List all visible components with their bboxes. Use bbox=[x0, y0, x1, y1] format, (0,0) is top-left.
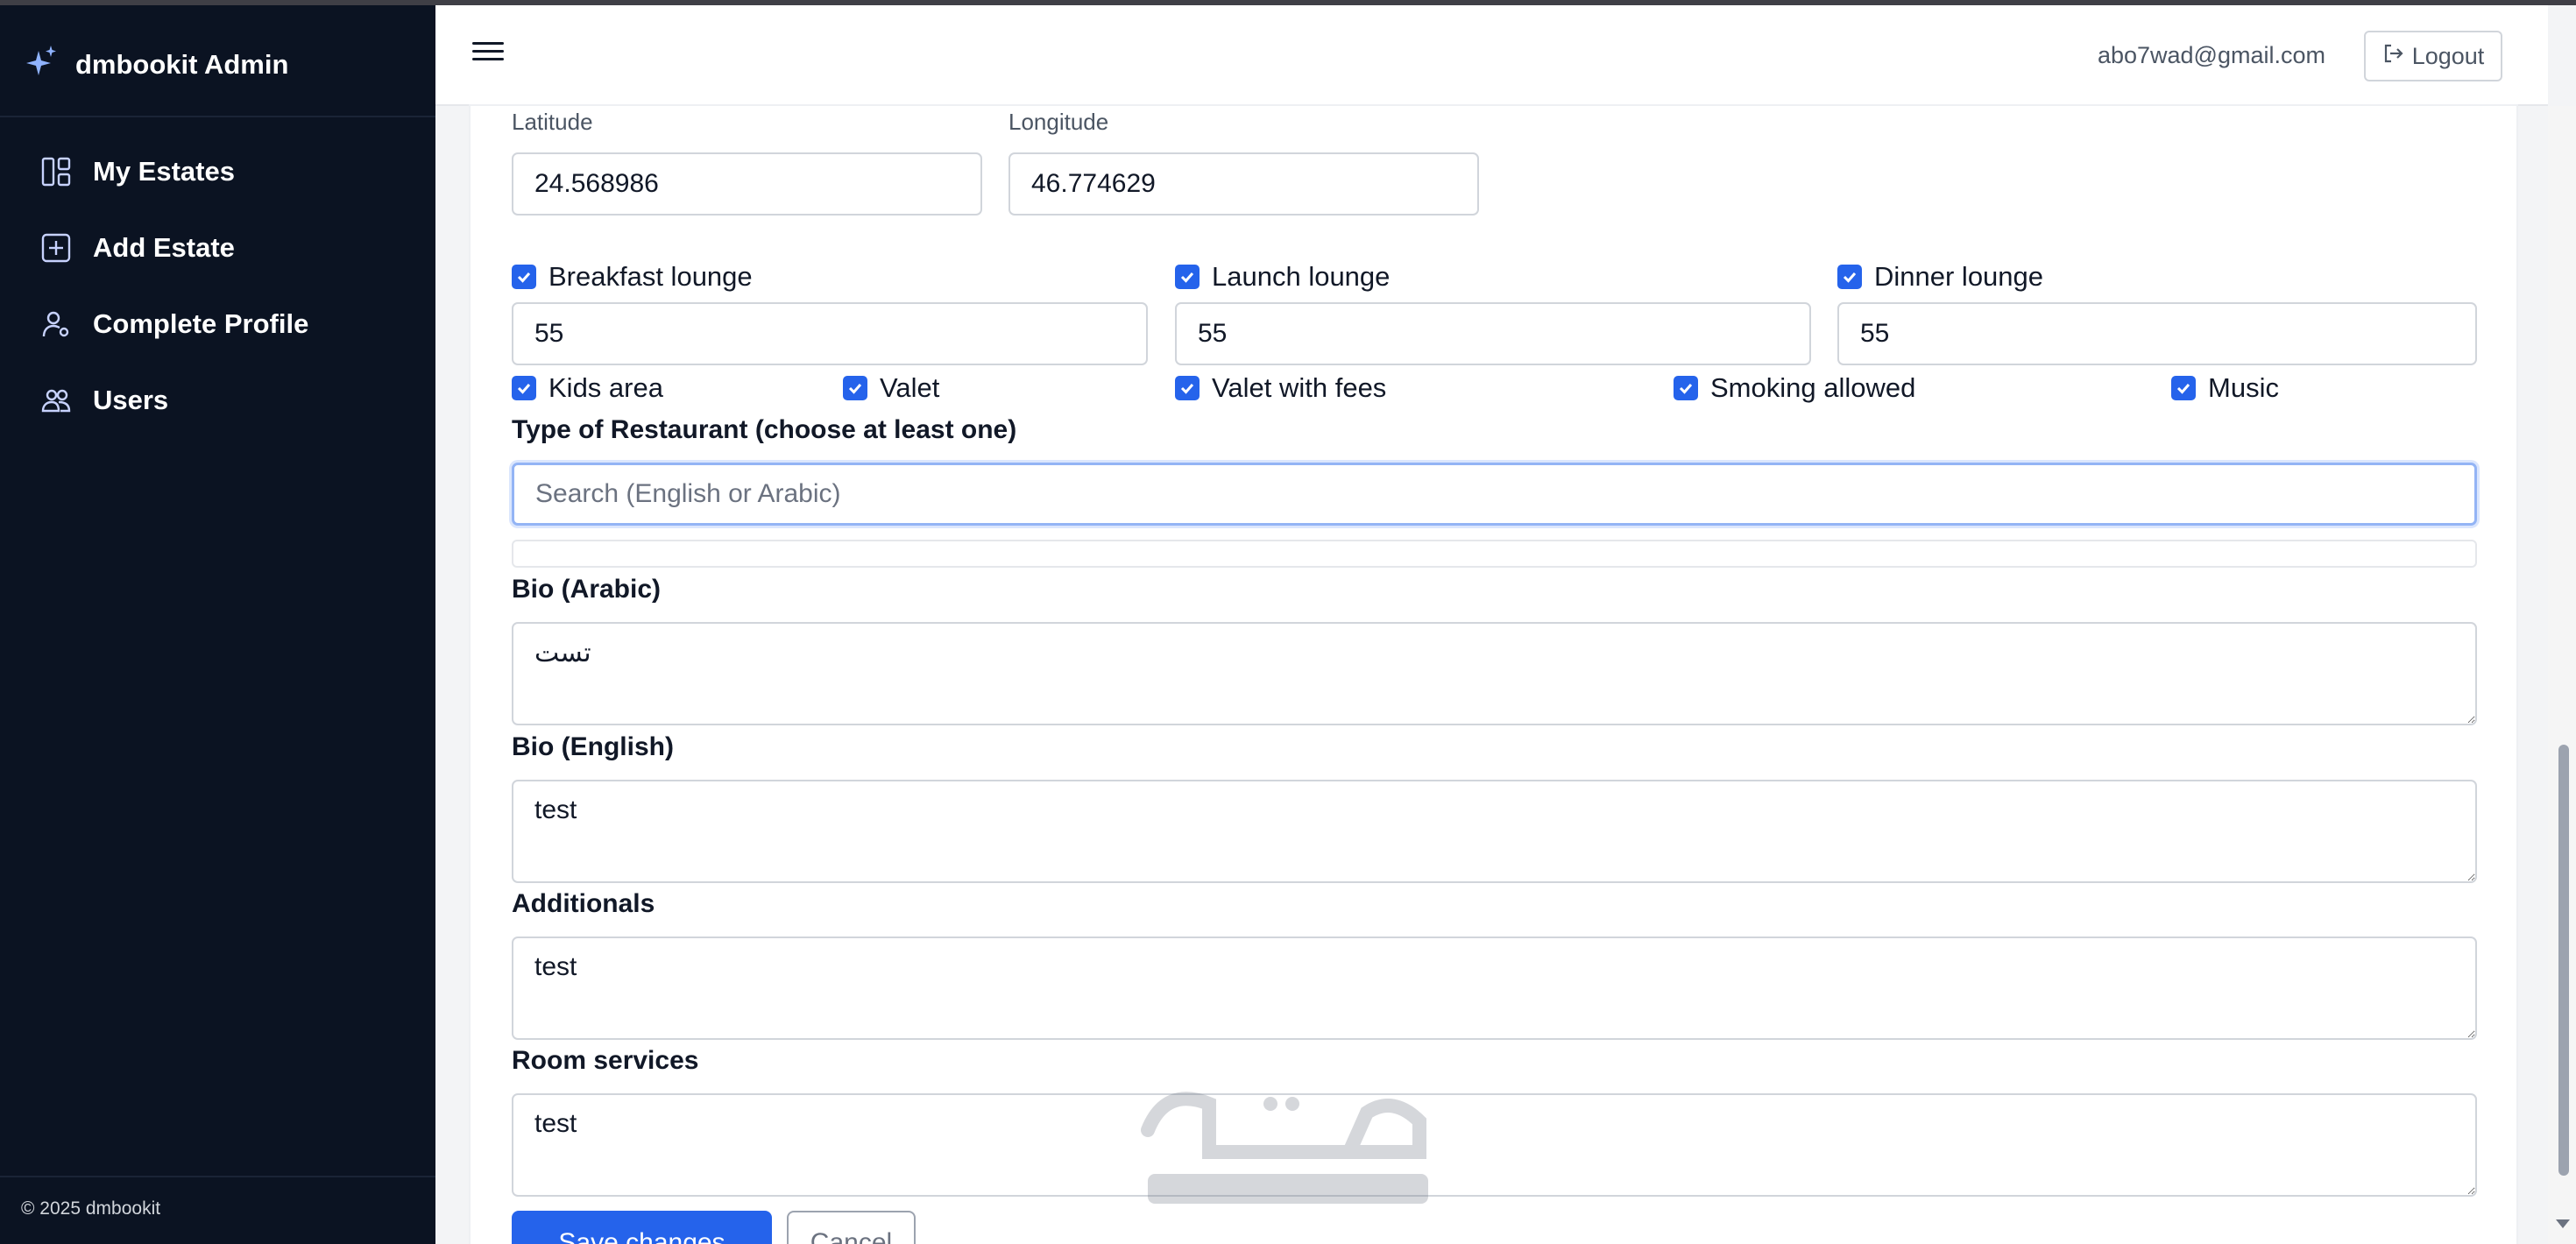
launch-lounge-checkbox[interactable]: Launch lounge bbox=[1175, 261, 1390, 293]
sidebar-item-label: Complete Profile bbox=[93, 308, 309, 339]
scrollbar-thumb[interactable] bbox=[2558, 745, 2569, 1176]
sidebar-item-add-estate[interactable]: Add Estate bbox=[0, 222, 435, 274]
sidebar-item-label: Add Estate bbox=[93, 232, 235, 263]
checkbox-label: Dinner lounge bbox=[1874, 261, 2044, 292]
sidebar-item-my-estates[interactable]: My Estates bbox=[0, 145, 435, 198]
sparkle-icon bbox=[26, 45, 58, 85]
save-changes-button[interactable]: Save changes bbox=[512, 1211, 772, 1244]
sidebar-divider bbox=[0, 116, 435, 117]
checkmark-icon bbox=[1175, 265, 1200, 289]
longitude-input[interactable] bbox=[1008, 152, 1479, 216]
app-title: dmbookit Admin bbox=[75, 49, 289, 80]
launch-lounge-input[interactable] bbox=[1175, 302, 1811, 365]
logout-icon bbox=[2382, 42, 2405, 71]
logout-label: Logout bbox=[2411, 42, 2485, 69]
dinner-lounge-checkbox[interactable]: Dinner lounge bbox=[1837, 261, 2043, 293]
sidebar: dmbookit Admin My Estates Add Estate Com… bbox=[0, 5, 435, 1244]
window-top-border bbox=[0, 0, 2576, 5]
sidebar-item-complete-profile[interactable]: Complete Profile bbox=[0, 298, 435, 350]
sidebar-footer-divider bbox=[0, 1176, 435, 1177]
sidebar-item-label: My Estates bbox=[93, 156, 235, 187]
smoking-allowed-checkbox[interactable]: Smoking allowed bbox=[1674, 372, 1915, 404]
checkmark-icon bbox=[512, 265, 536, 289]
restaurant-type-search-input[interactable] bbox=[512, 463, 2477, 526]
checkbox-label: Breakfast lounge bbox=[548, 261, 753, 292]
bio-english-label: Bio (English) bbox=[512, 732, 674, 761]
top-header: abo7wad@gmail.com Logout bbox=[435, 5, 2548, 106]
checkmark-icon bbox=[843, 376, 867, 400]
checkmark-icon bbox=[1837, 265, 1862, 289]
restaurant-type-label: Type of Restaurant (choose at least one) bbox=[512, 415, 1017, 444]
checkbox-label: Smoking allowed bbox=[1710, 372, 1916, 403]
users-icon bbox=[40, 385, 72, 416]
checkbox-label: Valet with fees bbox=[1212, 372, 1387, 403]
breakfast-lounge-input[interactable] bbox=[512, 302, 1148, 365]
sidebar-item-label: Users bbox=[93, 385, 169, 415]
brand[interactable]: dmbookit Admin bbox=[26, 39, 288, 91]
longitude-label: Longitude bbox=[1008, 109, 1109, 135]
latitude-label: Latitude bbox=[512, 109, 593, 135]
room-services-label: Room services bbox=[512, 1046, 699, 1075]
layout-icon bbox=[40, 156, 72, 187]
checkmark-icon bbox=[512, 376, 536, 400]
checkbox-label: Launch lounge bbox=[1212, 261, 1391, 292]
hamburger-menu-icon[interactable] bbox=[472, 37, 504, 68]
checkmark-icon bbox=[2171, 376, 2196, 400]
bio-arabic-textarea[interactable]: تست bbox=[512, 622, 2477, 725]
bio-arabic-label: Bio (Arabic) bbox=[512, 575, 662, 604]
user-gear-icon bbox=[40, 308, 72, 340]
checkbox-label: Valet bbox=[880, 372, 940, 403]
checkbox-label: Kids area bbox=[548, 372, 663, 403]
copyright: © 2025 dmbookit bbox=[21, 1198, 161, 1219]
bio-english-textarea[interactable]: test bbox=[512, 780, 2477, 883]
logout-button[interactable]: Logout bbox=[2364, 31, 2502, 81]
checkmark-icon bbox=[1674, 376, 1698, 400]
restaurant-type-options-list[interactable] bbox=[512, 540, 2477, 568]
dinner-lounge-input[interactable] bbox=[1837, 302, 2477, 365]
sidebar-nav: My Estates Add Estate Complete Profile U… bbox=[0, 145, 435, 450]
room-services-textarea[interactable]: test bbox=[512, 1093, 2477, 1197]
checkbox-label: Music bbox=[2208, 372, 2279, 403]
breakfast-lounge-checkbox[interactable]: Breakfast lounge bbox=[512, 261, 753, 293]
kids-area-checkbox[interactable]: Kids area bbox=[512, 372, 663, 404]
music-checkbox[interactable]: Music bbox=[2171, 372, 2279, 404]
cancel-button[interactable]: Cancel bbox=[787, 1211, 916, 1244]
sidebar-item-users[interactable]: Users bbox=[0, 374, 435, 427]
valet-checkbox[interactable]: Valet bbox=[843, 372, 939, 404]
additionals-label: Additionals bbox=[512, 889, 655, 918]
additionals-textarea[interactable]: test bbox=[512, 937, 2477, 1040]
checkmark-icon bbox=[1175, 376, 1200, 400]
user-email: abo7wad@gmail.com bbox=[2097, 42, 2325, 68]
latitude-input[interactable] bbox=[512, 152, 982, 216]
plus-square-icon bbox=[40, 232, 72, 264]
valet-with-fees-checkbox[interactable]: Valet with fees bbox=[1175, 372, 1386, 404]
scroll-down-arrow-icon[interactable] bbox=[2556, 1219, 2570, 1228]
